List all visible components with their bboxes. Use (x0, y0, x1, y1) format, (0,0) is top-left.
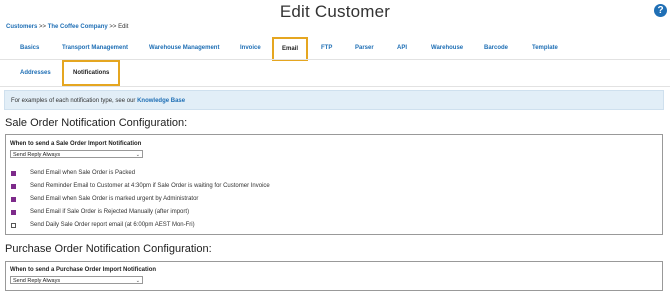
tab-addresses[interactable]: Addresses (20, 70, 51, 76)
sale-order-heading: Sale Order Notification Configuration: (5, 117, 188, 129)
tab-template[interactable]: Template (532, 45, 558, 51)
sale-order-config-box: When to send a Sale Order Import Notific… (5, 134, 663, 235)
tab-api[interactable]: API (397, 45, 407, 51)
breadcrumb-current: Edit (118, 24, 129, 30)
breadcrumb-separator: >> (109, 24, 117, 30)
page-title: Edit Customer (279, 2, 391, 21)
tab-basics[interactable]: Basics (20, 45, 39, 51)
purchase-order-import-label: When to send a Purchase Order Import Not… (10, 267, 157, 273)
chevron-down-icon: ⌄ (135, 152, 140, 158)
checkbox-packed-label: Send Email when Sale Order is Packed (30, 170, 136, 176)
checkbox-reminder-label: Send Reminder Email to Customer at 4:30p… (30, 183, 270, 189)
select-value: Send Reply Always (13, 278, 61, 284)
tab-transport-management[interactable]: Transport Management (62, 45, 128, 51)
breadcrumb-company-link[interactable]: The Coffee Company (48, 24, 108, 30)
purchase-order-config-box: When to send a Purchase Order Import Not… (5, 261, 663, 291)
tab-invoice[interactable]: Invoice (240, 45, 261, 51)
tab-barcode[interactable]: Barcode (484, 45, 508, 51)
checkbox-daily-report-label: Send Daily Sale Order report email (at 6… (30, 222, 195, 228)
sale-order-import-select[interactable]: Send Reply Always ⌄ (10, 150, 143, 158)
tab-parser[interactable]: Parser (355, 45, 374, 51)
tab-warehouse[interactable]: Warehouse (431, 45, 463, 51)
select-value: Send Reply Always (13, 152, 61, 158)
help-icon[interactable]: ? (654, 4, 667, 17)
info-text: For examples of each notification type, … (11, 98, 136, 104)
main-tab-bar: Basics Transport Management Warehouse Ma… (0, 37, 670, 61)
purchase-order-heading: Purchase Order Notification Configuratio… (5, 243, 212, 255)
tab-ftp[interactable]: FTP (321, 45, 332, 51)
purchase-order-import-select[interactable]: Send Reply Always ⌄ (10, 276, 143, 284)
sub-tab-divider (0, 86, 670, 87)
tab-warehouse-management[interactable]: Warehouse Management (149, 45, 219, 51)
tab-notifications[interactable]: Notifications (62, 60, 121, 86)
checkbox-daily-report[interactable] (11, 223, 16, 228)
checkbox-reminder[interactable] (11, 184, 16, 189)
checkbox-packed[interactable] (11, 171, 16, 176)
knowledge-base-link[interactable]: Knowledge Base (137, 98, 185, 104)
sub-tab-bar: Addresses Notifications (0, 60, 670, 86)
checkbox-urgent[interactable] (11, 197, 16, 202)
breadcrumb: Customers >> The Coffee Company >> Edit (6, 24, 128, 30)
breadcrumb-separator: >> (39, 24, 47, 30)
checkbox-rejected[interactable] (11, 210, 16, 215)
info-banner: For examples of each notification type, … (4, 90, 664, 110)
breadcrumb-customers-link[interactable]: Customers (6, 24, 37, 30)
checkbox-urgent-label: Send Email when Sale Order is marked urg… (30, 196, 199, 202)
chevron-down-icon: ⌄ (135, 278, 140, 284)
checkbox-rejected-label: Send Email if Sale Order is Rejected Man… (30, 209, 190, 215)
tab-email[interactable]: Email (272, 37, 309, 61)
sale-order-import-label: When to send a Sale Order Import Notific… (10, 141, 142, 147)
